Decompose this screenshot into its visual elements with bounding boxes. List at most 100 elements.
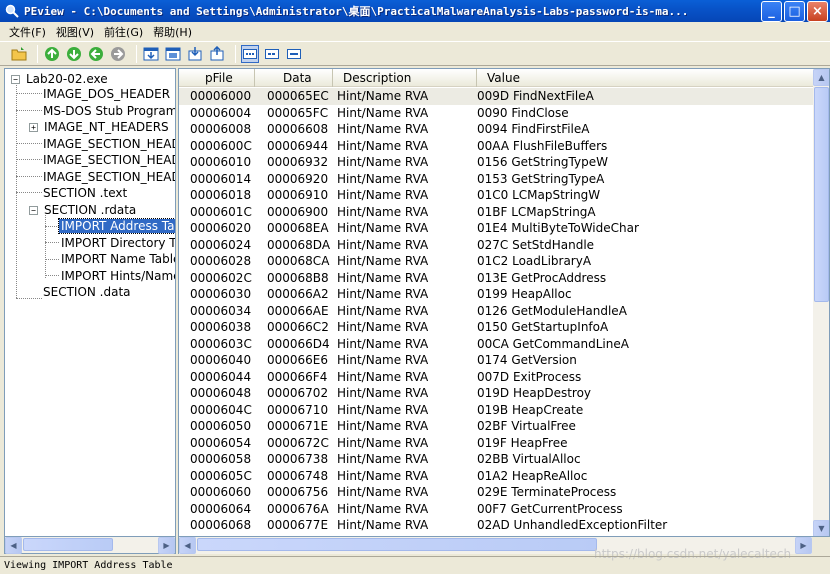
- table-row[interactable]: 00006054 0000672C Hint/Name RVA 019F HeapFr…: [179, 435, 813, 452]
- table-row[interactable]: 0000600C 00006944 Hint/Name RVA 00AA FlushF…: [179, 138, 813, 155]
- scroll-thumb[interactable]: [23, 538, 113, 551]
- cell-pfile: 00006024: [190, 237, 252, 252]
- table-row[interactable]: 00006000 000065EC Hint/Name RVA 009D FindNe…: [179, 88, 813, 105]
- scroll-left-icon[interactable]: ◀: [5, 537, 22, 554]
- scroll-right-icon[interactable]: ▶: [795, 537, 812, 554]
- table-row[interactable]: 00006030 000066A2 Hint/Name RVA 0199 HeapAl…: [179, 286, 813, 303]
- scroll-right-icon[interactable]: ▶: [158, 537, 175, 554]
- tree-node-section-header-2[interactable]: IMAGE_SECTION_HEADER: [41, 152, 175, 168]
- minimize-button[interactable]: _: [761, 0, 782, 22]
- view-dwords-icon[interactable]: [285, 45, 303, 63]
- collapse-toggle[interactable]: −: [11, 75, 20, 84]
- table-row[interactable]: 0000604C 00006710 Hint/Name RVA 019B HeapCr…: [179, 402, 813, 419]
- scroll-thumb[interactable]: [197, 538, 597, 551]
- tree-node-section-data[interactable]: SECTION .data: [41, 284, 133, 300]
- view-words-icon[interactable]: [263, 45, 281, 63]
- column-header-pfile[interactable]: pFile: [179, 69, 255, 87]
- table-row[interactable]: 0000605C 00006748 Hint/Name RVA 01A2 HeapRe…: [179, 468, 813, 485]
- tree-node-import-name-table[interactable]: IMPORT Name Table: [59, 251, 175, 267]
- tree-node-import-hints-names[interactable]: IMPORT Hints/Names: [59, 268, 175, 284]
- tree-node-label: Lab20-02.exe: [26, 72, 108, 86]
- table-row[interactable]: 00006038 000066C2 Hint/Name RVA 0150 GetSta…: [179, 319, 813, 336]
- cell-pfile: 00006040: [190, 353, 252, 367]
- table-row[interactable]: 00006024 000068DA Hint/Name RVA 027C SetStd…: [179, 237, 813, 254]
- structure-tree[interactable]: − Lab20-02.exe IMAGE_DOS_HEADER MS-DOS St…: [4, 68, 176, 537]
- collapse-toggle[interactable]: −: [29, 206, 38, 215]
- view-hex-icon[interactable]: [142, 45, 160, 63]
- tree-node-section-rdata[interactable]: − SECTION .rdata: [29, 202, 138, 218]
- tree-node-section-header-1[interactable]: IMAGE_SECTION_HEADER: [41, 136, 175, 152]
- cell-data: 000066D4: [267, 336, 330, 351]
- tree-node-section-header-3[interactable]: IMAGE_SECTION_HEADER: [41, 169, 175, 185]
- table-row[interactable]: 00006048 00006702 Hint/Name RVA 019D HeapDe…: [179, 385, 813, 402]
- tree-node-import-directory-table[interactable]: IMPORT Directory Table: [59, 235, 175, 251]
- table-row[interactable]: 00006018 00006910 Hint/Name RVA 01C0 LCMapS…: [179, 187, 813, 204]
- details-grid[interactable]: pFile Data Description Value 00006000 000…: [178, 68, 830, 537]
- cell-data: 000066A2: [267, 287, 329, 301]
- tree-node-root[interactable]: − Lab20-02.exe: [11, 71, 110, 87]
- scroll-down-icon[interactable]: ▼: [813, 520, 829, 536]
- table-row[interactable]: 00006040 000066E6 Hint/Name RVA 0174 GetVer…: [179, 352, 813, 369]
- forward-icon[interactable]: [65, 45, 83, 63]
- menu-view[interactable]: 视图(V): [51, 24, 99, 40]
- table-row[interactable]: 00006014 00006920 Hint/Name RVA 0153 GetStr…: [179, 171, 813, 188]
- column-header-value[interactable]: Value: [477, 69, 813, 87]
- cell-value: 01E4 MultiByteToWideChar: [477, 221, 639, 235]
- scroll-thumb[interactable]: [814, 87, 829, 302]
- table-row[interactable]: 00006050 0000671E Hint/Name RVA 02BF Virtua…: [179, 418, 813, 435]
- table-row[interactable]: 0000601C 00006900 Hint/Name RVA 01BF LCMapS…: [179, 204, 813, 221]
- table-row[interactable]: 00006044 000066F4 Hint/Name RVA 007D ExitPr…: [179, 369, 813, 386]
- scroll-left-icon[interactable]: ◀: [179, 537, 196, 554]
- tree-node-section-text[interactable]: SECTION .text: [41, 185, 129, 201]
- cell-value: 027C SetStdHandle: [477, 237, 595, 252]
- table-row[interactable]: 00006010 00006932 Hint/Name RVA 0156 GetStr…: [179, 154, 813, 171]
- tree-node-nt-headers[interactable]: + IMAGE_NT_HEADERS: [29, 119, 171, 135]
- export-icon[interactable]: [186, 45, 204, 63]
- table-row[interactable]: 00006034 000066AE Hint/Name RVA 0126 GetMod…: [179, 303, 813, 320]
- table-row[interactable]: 00006020 000068EA Hint/Name RVA 01E4 MultiB…: [179, 220, 813, 237]
- table-row[interactable]: 00006028 000068CA Hint/Name RVA 01C2 LoadLi…: [179, 253, 813, 270]
- close-button[interactable]: ×: [807, 0, 828, 22]
- cell-description: Hint/Name RVA: [337, 155, 429, 169]
- table-row[interactable]: 00006004 000065FC Hint/Name RVA 0090 FindCl…: [179, 105, 813, 122]
- view-section-icon[interactable]: [164, 45, 182, 63]
- tree-connector: [16, 159, 42, 160]
- title-bar[interactable]: PEview - C:\Documents and Settings\Admin…: [0, 0, 830, 22]
- import-icon[interactable]: [208, 45, 226, 63]
- back-icon[interactable]: [43, 45, 61, 63]
- column-header-description[interactable]: Description: [333, 69, 477, 87]
- table-row[interactable]: 00006008 00006608 Hint/Name RVA 0094 FindFi…: [179, 121, 813, 138]
- maximize-button[interactable]: □: [784, 0, 805, 22]
- cell-data: 00006756: [267, 485, 329, 499]
- table-row[interactable]: 0000603C 000066D4 Hint/Name RVA 00CA GetCom…: [179, 336, 813, 353]
- tree-node-dos-stub[interactable]: MS-DOS Stub Program: [41, 103, 175, 119]
- view-bytes-icon[interactable]: [241, 44, 259, 63]
- tree-horizontal-scrollbar[interactable]: ◀ ▶: [4, 537, 176, 554]
- open-icon[interactable]: [10, 45, 28, 63]
- resize-grip[interactable]: [812, 537, 830, 554]
- menu-file[interactable]: 文件(F): [4, 24, 51, 40]
- scroll-up-icon[interactable]: ▲: [813, 69, 829, 86]
- tree-node-import-address-table[interactable]: IMPORT Address Table: [58, 218, 175, 234]
- tree-connector: [16, 110, 42, 111]
- previous-icon[interactable]: [87, 45, 105, 63]
- menu-help[interactable]: 帮助(H): [148, 24, 197, 40]
- toolbar-separator: [235, 44, 236, 63]
- tree-node-label: SECTION .text: [43, 186, 128, 200]
- cell-pfile: 00006008: [190, 122, 252, 136]
- table-row[interactable]: 00006058 00006738 Hint/Name RVA 02BB Virtua…: [179, 451, 813, 468]
- table-row[interactable]: 00006068 0000677E Hint/Name RVA 02AD Unhand…: [179, 517, 813, 534]
- grid-vertical-scrollbar[interactable]: ▲ ▼: [813, 69, 829, 536]
- next-icon[interactable]: [109, 45, 127, 63]
- column-header-data[interactable]: Data: [255, 69, 333, 87]
- cell-description: Hint/Name RVA: [337, 105, 429, 120]
- expand-toggle[interactable]: +: [29, 123, 38, 132]
- tree-node-dos-header[interactable]: IMAGE_DOS_HEADER: [41, 86, 172, 102]
- table-row[interactable]: 00006060 00006756 Hint/Name RVA 029E Termin…: [179, 484, 813, 501]
- table-row[interactable]: 0000602C 000068B8 Hint/Name RVA 013E GetPro…: [179, 270, 813, 287]
- table-row[interactable]: 00006064 0000676A Hint/Name RVA 00F7 GetCur…: [179, 501, 813, 518]
- menu-goto[interactable]: 前往(G): [99, 24, 148, 40]
- tree-connector: [16, 176, 42, 177]
- cell-value: 02AD UnhandledExceptionFilter: [477, 518, 668, 532]
- cell-pfile: 00006000: [190, 89, 252, 103]
